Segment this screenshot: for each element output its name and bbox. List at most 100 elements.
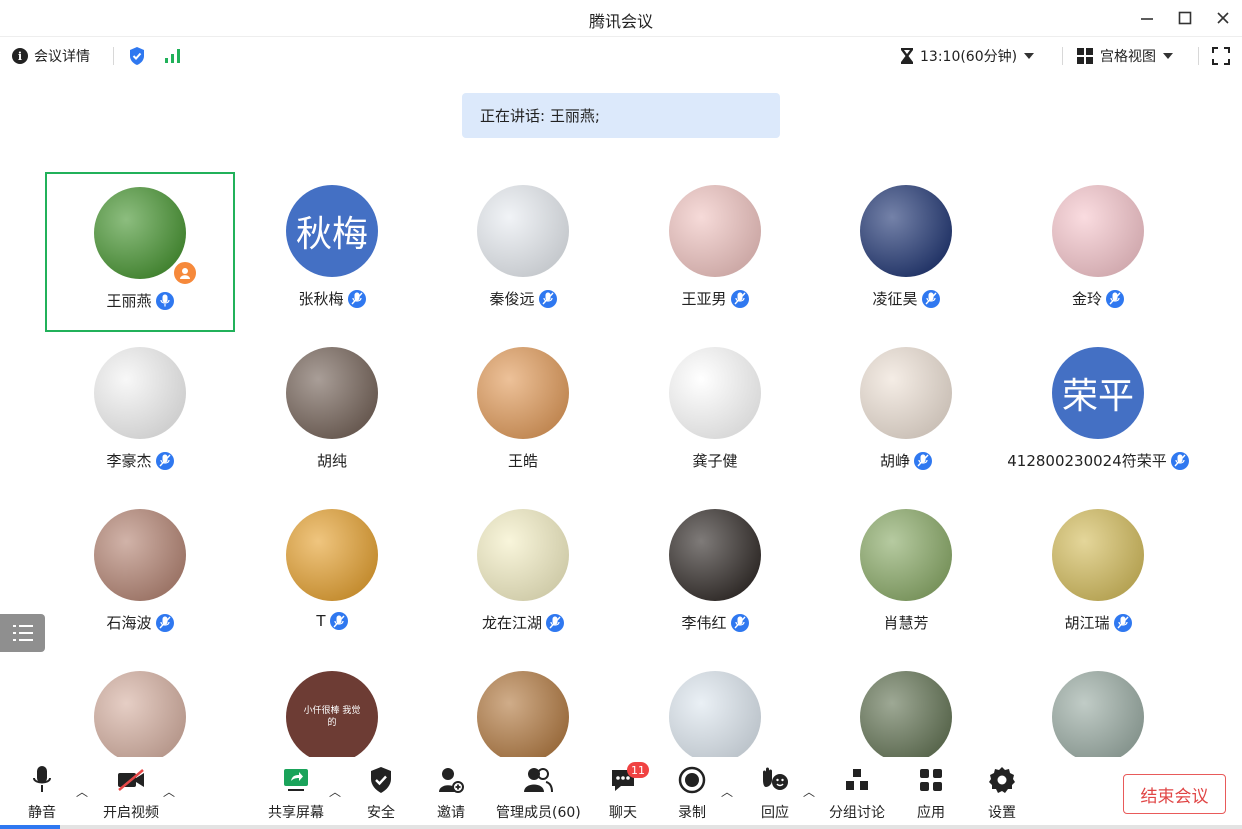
participant-name: 张秋梅	[298, 290, 344, 308]
record-icon	[678, 766, 706, 794]
participant-tile[interactable]: 胡江瑞	[1003, 496, 1193, 656]
participant-tile[interactable]: 石海波	[45, 496, 235, 656]
participant-tile[interactable]: T	[237, 496, 427, 656]
participant-tile[interactable]: 荣平 412800230024符荣平	[1003, 334, 1193, 494]
breakout-rooms-icon	[846, 769, 868, 790]
participant-name: 凌征昊	[872, 290, 918, 308]
avatar: 荣平	[1052, 347, 1144, 439]
participant-name-row: 金玲	[1003, 288, 1193, 309]
grid-view-icon	[1077, 48, 1093, 64]
participant-tile[interactable]: 凌征昊	[811, 172, 1001, 332]
avatar	[94, 187, 186, 279]
avatar	[1052, 185, 1144, 277]
share-screen-button[interactable]: 共享屏幕	[268, 764, 324, 822]
participant-name: 秦俊远	[489, 290, 535, 308]
view-mode-button[interactable]: 宫格视图	[1076, 44, 1174, 68]
mute-button[interactable]: 静音	[28, 764, 56, 822]
microphone-icon	[155, 291, 174, 310]
microphone-icon	[546, 613, 564, 632]
divider	[1198, 47, 1199, 65]
chat-button[interactable]: 11 聊天	[609, 762, 649, 822]
record-options-caret[interactable]: ︿	[721, 783, 733, 800]
audio-options-caret[interactable]: ︿	[76, 783, 88, 800]
participant-name-row: 胡纯	[237, 450, 427, 471]
maximize-icon	[1178, 11, 1192, 25]
avatar	[286, 509, 378, 601]
view-mode-label: 宫格视图	[1100, 49, 1156, 65]
microphone-icon	[1170, 451, 1189, 470]
manage-members-button[interactable]: 管理成员(60)	[496, 764, 581, 822]
participant-tile[interactable]: 王皓	[428, 334, 618, 494]
reaction-options-caret[interactable]: ︿	[803, 783, 815, 800]
participant-tile[interactable]: 胡纯	[237, 334, 427, 494]
microphone-icon	[33, 766, 51, 792]
avatar	[1052, 671, 1144, 763]
participant-tile[interactable]: 秦俊远	[428, 172, 618, 332]
participant-name: 胡江瑞	[1064, 614, 1110, 632]
speaking-banner: 正在讲话: 王丽燕;	[462, 93, 780, 138]
avatar	[94, 509, 186, 601]
avatar	[1052, 509, 1144, 601]
avatar	[669, 509, 761, 601]
participant-tile[interactable]: 肖慧芳	[811, 496, 1001, 656]
participant-name-row: 412800230024符荣平	[1003, 450, 1193, 471]
timer-label: 13:10(60分钟)	[920, 49, 1018, 65]
share-screen-label: 共享屏幕	[268, 805, 324, 821]
participant-name: 王亚男	[681, 290, 727, 308]
settings-label: 设置	[988, 805, 1016, 821]
end-meeting-button[interactable]: 结束会议	[1123, 774, 1226, 814]
participant-name-row: 李豪杰	[45, 450, 235, 471]
settings-button[interactable]: 设置	[988, 764, 1016, 822]
share-screen-icon	[284, 769, 308, 791]
participant-tile[interactable]: 李伟红	[620, 496, 810, 656]
invite-button[interactable]: 邀请	[437, 764, 465, 822]
participant-tile[interactable]: 龚子健	[620, 334, 810, 494]
participant-tile[interactable]: 李豪杰	[45, 334, 235, 494]
share-options-caret[interactable]: ︿	[329, 783, 341, 800]
minimize-button[interactable]	[1135, 6, 1159, 30]
participant-name: 胡峥	[879, 452, 910, 470]
participant-tile[interactable]: 王亚男	[620, 172, 810, 332]
participant-tile[interactable]: 胡峥	[811, 334, 1001, 494]
avatar	[286, 347, 378, 439]
participant-name-row: 石海波	[45, 612, 235, 633]
fullscreen-button[interactable]	[1211, 44, 1231, 68]
avatar-text: 秋梅	[295, 214, 368, 255]
maximize-button[interactable]	[1173, 6, 1197, 30]
avatar	[477, 671, 569, 763]
participant-name-row: 凌征昊	[811, 288, 1001, 309]
reaction-button[interactable]: 回应	[760, 764, 790, 822]
member-list-toggle[interactable]	[0, 614, 45, 652]
start-video-label: 开启视频	[103, 805, 159, 821]
apps-button[interactable]: 应用	[917, 764, 945, 822]
minimize-icon	[1141, 18, 1153, 20]
video-options-caret[interactable]: ︿	[163, 783, 175, 800]
avatar	[477, 347, 569, 439]
close-icon	[1217, 12, 1229, 24]
meeting-details-button[interactable]: i 会议详情	[12, 44, 90, 68]
meeting-details-label: 会议详情	[34, 49, 90, 65]
participant-tile[interactable]: 金玲	[1003, 172, 1193, 332]
start-video-button[interactable]: 开启视频	[103, 764, 159, 822]
close-button[interactable]	[1211, 6, 1235, 30]
shield-check-icon	[371, 767, 391, 793]
signal-bars-icon	[165, 49, 180, 63]
security-status-button[interactable]	[128, 44, 146, 68]
network-signal-button[interactable]	[164, 44, 182, 68]
participant-tile[interactable]: 王丽燕	[45, 172, 235, 332]
avatar	[860, 185, 952, 277]
record-button[interactable]: 录制	[678, 764, 706, 822]
avatar	[669, 185, 761, 277]
participant-name-row: T	[237, 612, 427, 630]
breakout-rooms-button[interactable]: 分组讨论	[829, 764, 885, 822]
participant-tile[interactable]: 秋梅 张秋梅	[237, 172, 427, 332]
participant-name-row: 王丽燕	[47, 290, 233, 311]
participant-name: 金玲	[1071, 290, 1102, 308]
invite-user-icon	[439, 768, 464, 793]
participant-tile[interactable]: 龙在江湖	[428, 496, 618, 656]
security-button[interactable]: 安全	[367, 764, 395, 822]
meeting-timer[interactable]: 13:10(60分钟)	[900, 44, 1035, 68]
avatar	[477, 185, 569, 277]
participant-name-row: 李伟红	[620, 612, 810, 633]
avatar: 秋梅	[286, 185, 378, 277]
